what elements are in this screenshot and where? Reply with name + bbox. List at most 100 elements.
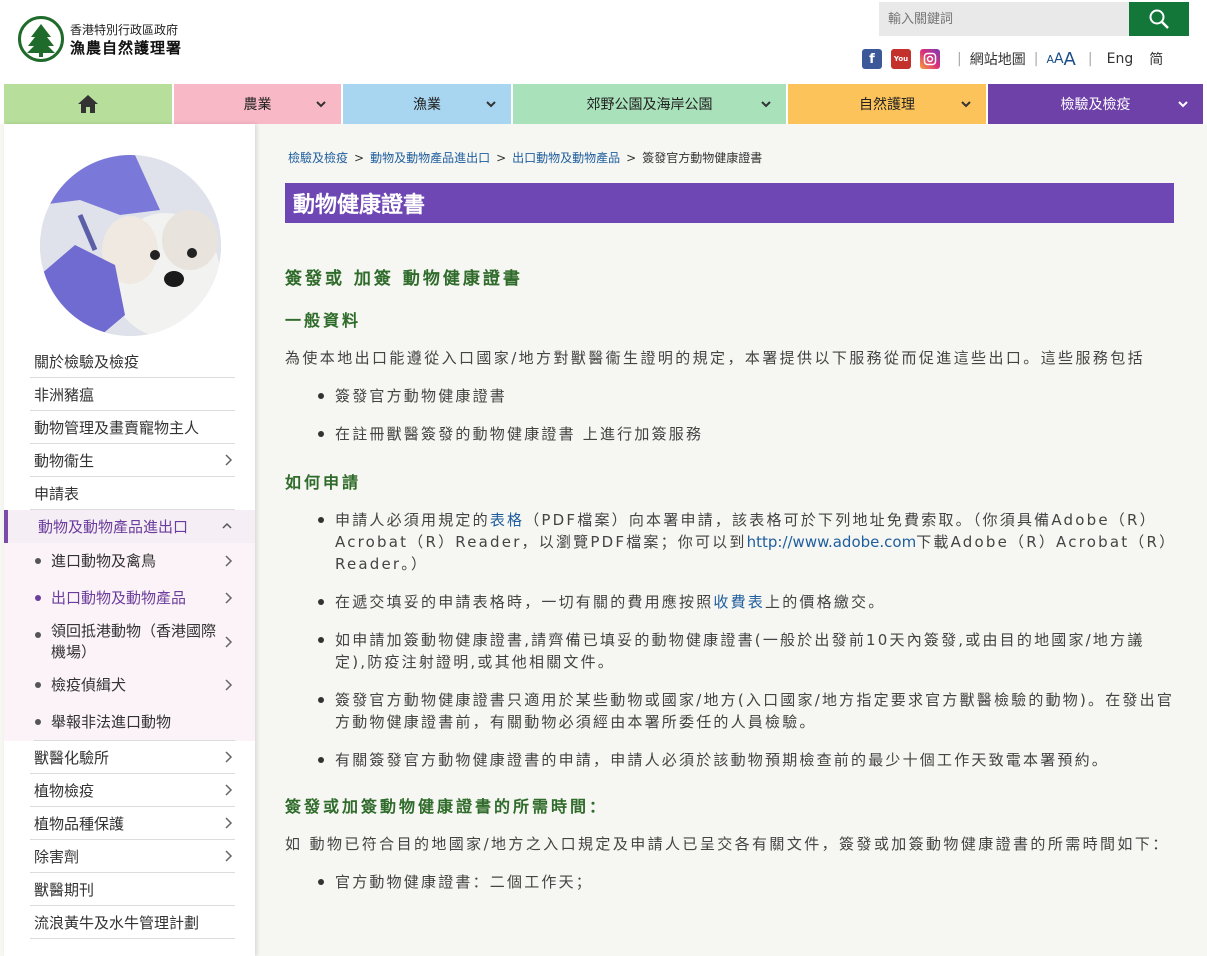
sidebar-item-plant-variety[interactable]: 植物品種保護	[30, 807, 235, 840]
sidebar-item-import-export[interactable]: 動物及動物產品進出口	[4, 510, 255, 543]
tree-logo-icon	[18, 16, 64, 62]
chevron-down-icon	[316, 101, 326, 108]
breadcrumb-link-import-export[interactable]: 動物及動物產品進出口	[370, 151, 490, 165]
nav-country-parks[interactable]: 郊野公園及海岸公園	[513, 84, 788, 124]
main-nav: 農業 漁業 郊野公園及海岸公園 自然護理 檢驗及檢疫	[4, 84, 1203, 124]
sidebar-item-vet-lab[interactable]: 獸醫化驗所	[30, 741, 235, 774]
sidebar-menu: 關於檢驗及檢疫 非洲豬瘟 動物管理及畫賣寵物主人 動物衞生 申請表 動物及動物產…	[4, 345, 255, 939]
chevron-right-icon	[225, 555, 233, 567]
sidebar-item-cattle[interactable]: 流浪黃牛及水牛管理計劃	[30, 906, 235, 939]
nav-conservation[interactable]: 自然護理	[788, 84, 988, 124]
chevron-down-icon	[486, 101, 496, 108]
page-body: 關於檢驗及檢疫 非洲豬瘟 動物管理及畫賣寵物主人 動物衞生 申請表 動物及動物產…	[0, 124, 1207, 956]
sidebar-subitem-export[interactable]: 出口動物及動物產品	[34, 580, 235, 617]
fee-schedule-link[interactable]: 收費表	[713, 593, 765, 611]
nav-fisheries[interactable]: 漁業	[343, 84, 513, 124]
chevron-right-icon	[225, 636, 233, 648]
sidebar-item-label: 植物品種保護	[34, 814, 125, 833]
nav-agriculture-label: 農業	[243, 97, 272, 113]
sidebar-item-about[interactable]: 關於檢驗及檢疫	[30, 345, 235, 378]
sidebar-item-forms[interactable]: 申請表	[30, 477, 235, 510]
sidebar-item-label: 獸醫期刊	[34, 880, 95, 899]
afcd-logo[interactable]: 香港特別行政區政府 漁農自然護理署	[18, 16, 182, 62]
sidebar-item-asf[interactable]: 非洲豬瘟	[30, 378, 235, 411]
sidebar-item-label: 動物及動物產品進出口	[38, 518, 189, 536]
sidebar-item-pesticides[interactable]: 除害劑	[30, 840, 235, 873]
chevron-down-icon	[761, 101, 771, 108]
sidebar-item-label: 除害劑	[34, 847, 80, 866]
instagram-icon[interactable]	[920, 49, 940, 69]
sidebar-submenu: 進口動物及禽鳥 出口動物及動物產品 領回抵港動物（香港國際機場） 檢疫偵緝犬 舉…	[4, 543, 255, 741]
sidebar-subitem-dogs[interactable]: 檢疫偵緝犬	[34, 667, 235, 704]
home-icon	[78, 95, 98, 113]
breadcrumb: 檢驗及檢疫 > 動物及動物產品進出口 > 出口動物及動物產品 > 簽發官方動物健康證書	[288, 149, 762, 166]
article-body: 簽發或 加簽 動物健康證書 一般資料 為使本地出口能遵從入口國家/地方對獸醫衞生…	[285, 264, 1175, 893]
breadcrumb-link-inspection[interactable]: 檢驗及檢疫	[288, 151, 348, 165]
sidebar: 關於檢驗及檢疫 非洲豬瘟 動物管理及畫賣寵物主人 動物衞生 申請表 動物及動物產…	[4, 124, 255, 956]
form-link[interactable]: 表格	[490, 511, 524, 529]
sidebar-subitem-label: 檢疫偵緝犬	[51, 676, 127, 694]
search-button[interactable]	[1129, 2, 1189, 36]
chevron-down-icon	[961, 101, 971, 108]
adobe-link[interactable]: http://www.adobe.com	[747, 533, 917, 551]
chevron-right-icon	[225, 850, 233, 862]
sidebar-subitem-label: 進口動物及禽鳥	[51, 552, 157, 570]
nav-inspection[interactable]: 檢驗及檢疫	[988, 84, 1203, 124]
breadcrumb-link-export[interactable]: 出口動物及動物產品	[512, 151, 620, 165]
chevron-right-icon	[225, 817, 233, 829]
section-heading-time: 簽發或加簽動物健康證書的所需時間：	[285, 797, 609, 816]
list-item: 申請人必須用規定的表格（PDF檔案）向本署申請，該表格可於下列地址免費索取。（你…	[315, 509, 1175, 575]
sidebar-item-label: 關於檢驗及檢疫	[34, 352, 140, 371]
chevron-up-icon	[222, 522, 232, 529]
chevron-right-icon	[225, 679, 233, 691]
sidebar-item-animal-health[interactable]: 動物衞生	[30, 444, 235, 477]
list-item: 如申請加簽動物健康證書,請齊備已填妥的動物健康證書(一般於出發前10天內簽發,或…	[315, 629, 1175, 673]
sidebar-item-label: 非洲豬瘟	[34, 385, 95, 404]
chevron-right-icon	[225, 454, 233, 466]
sidebar-subitem-report[interactable]: 舉報非法進口動物	[34, 704, 235, 741]
sitemap-link[interactable]: 網站地圖	[970, 49, 1026, 69]
font-size-small[interactable]: A	[1046, 53, 1054, 66]
sidebar-item-label: 植物檢疫	[34, 781, 95, 800]
sidebar-item-label: 獸醫化驗所	[34, 748, 110, 767]
lang-simplified[interactable]: 简	[1149, 49, 1163, 69]
nav-agriculture[interactable]: 農業	[174, 84, 343, 124]
chevron-down-icon	[1178, 101, 1188, 108]
breadcrumb-current: 簽發官方動物健康證書	[642, 151, 763, 165]
sidebar-subitem-airport[interactable]: 領回抵港動物（香港國際機場）	[34, 617, 235, 667]
sidebar-item-plant-quarantine[interactable]: 植物檢疫	[30, 774, 235, 807]
site-header: 香港特別行政區政府 漁農自然護理署 f You | 網站地圖 | A A A |…	[0, 0, 1207, 84]
sidebar-item-label: 流浪黃牛及水牛管理計劃	[34, 913, 200, 932]
section-heading-apply: 如何申請	[285, 473, 362, 492]
list-item: 簽發官方動物健康證書只適用於某些動物或國家/地方(入口國家/地方指定要求官方獸醫…	[315, 689, 1175, 733]
utility-toolbar: f You | 網站地圖 | A A A | Eng 简	[862, 48, 1163, 70]
youtube-icon[interactable]: You	[891, 49, 911, 69]
logo-line2: 漁農自然護理署	[70, 39, 183, 57]
sidebar-subitem-import[interactable]: 進口動物及禽鳥	[34, 543, 235, 580]
logo-line1: 香港特別行政區政府	[70, 23, 179, 37]
sidebar-item-label: 申請表	[34, 484, 80, 503]
sidebar-item-label: 動物衞生	[34, 451, 95, 470]
breadcrumb-separator: >	[496, 151, 507, 165]
font-size-medium[interactable]: A	[1054, 51, 1064, 67]
sidebar-item-animal-mgmt[interactable]: 動物管理及畫賣寵物主人	[30, 411, 235, 444]
nav-home[interactable]	[4, 84, 174, 124]
sidebar-item-label: 動物管理及畫賣寵物主人	[34, 418, 200, 437]
sidebar-subitem-label: 出口動物及動物產品	[51, 589, 187, 607]
text-segment: 上的價格繳交。	[765, 593, 886, 611]
search-input[interactable]	[879, 2, 1129, 36]
breadcrumb-separator: >	[354, 151, 365, 165]
facebook-icon[interactable]: f	[862, 49, 882, 69]
page-title: 動物健康證書	[285, 183, 1174, 223]
chevron-right-icon	[225, 592, 233, 604]
font-size-large[interactable]: A	[1064, 49, 1076, 70]
text-segment: 申請人必須用規定的	[335, 511, 490, 529]
section-heading-general: 一般資料	[285, 311, 362, 330]
general-paragraph: 為使本地出口能遵從入口國家/地方對獸醫衞生證明的規定，本署提供以下服務從而促進這…	[285, 349, 1146, 367]
chevron-right-icon	[225, 751, 233, 763]
sidebar-item-vet-bulletin[interactable]: 獸醫期刊	[30, 873, 235, 906]
breadcrumb-separator: >	[626, 151, 637, 165]
lang-english[interactable]: Eng	[1107, 51, 1134, 67]
list-item: 有關簽發官方動物健康證書的申請，申請人必須於該動物預期檢查前的最少十個工作天致電…	[315, 749, 1175, 771]
dog-vet-photo	[40, 155, 221, 336]
